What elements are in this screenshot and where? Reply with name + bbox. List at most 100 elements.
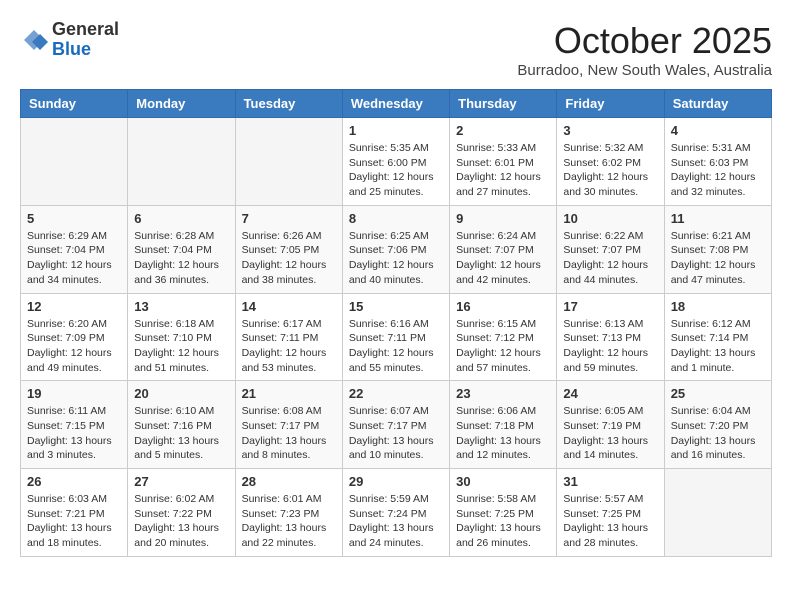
logo-icon [20, 26, 48, 54]
calendar-week-3: 12 Sunrise: 6:20 AM Sunset: 7:09 PM Dayli… [21, 293, 772, 381]
calendar-cell: 7Sunrise: 6:26 AM Sunset: 7:05 PM Daylig… [235, 205, 342, 293]
calendar-cell: 20 Sunrise: 6:10 AM Sunset: 7:16 PM Dayli… [128, 381, 235, 469]
day-number: 22 [349, 386, 443, 401]
day-info: Sunrise: 6:08 AM Sunset: 7:17 PM Dayligh… [242, 404, 336, 463]
calendar-cell: 17Sunrise: 6:13 AM Sunset: 7:13 PM Dayli… [557, 293, 664, 381]
day-info: Sunrise: 5:57 AM Sunset: 7:25 PM Dayligh… [563, 492, 657, 551]
day-info: Sunrise: 6:11 AM Sunset: 7:15 PM Dayligh… [27, 404, 121, 463]
day-info: Sunrise: 5:33 AM Sunset: 6:01 PM Dayligh… [456, 141, 550, 200]
calendar-cell: 12 Sunrise: 6:20 AM Sunset: 7:09 PM Dayli… [21, 293, 128, 381]
day-info: Sunrise: 6:13 AM Sunset: 7:13 PM Dayligh… [563, 317, 657, 376]
day-number: 13 [134, 299, 228, 314]
weekday-saturday: Saturday [664, 90, 771, 118]
day-info: Sunrise: 6:02 AM Sunset: 7:22 PM Dayligh… [134, 492, 228, 551]
calendar-cell [664, 469, 771, 557]
calendar-cell: 28Sunrise: 6:01 AM Sunset: 7:23 PM Dayli… [235, 469, 342, 557]
calendar-cell: 11 Sunrise: 6:21 AM Sunset: 7:08 PM Dayli… [664, 205, 771, 293]
day-number: 2 [456, 123, 550, 138]
calendar-week-2: 5Sunrise: 6:29 AM Sunset: 7:04 PM Daylig… [21, 205, 772, 293]
calendar-cell: 31 Sunrise: 5:57 AM Sunset: 7:25 PM Dayli… [557, 469, 664, 557]
calendar-cell: 16 Sunrise: 6:15 AM Sunset: 7:12 PM Dayli… [450, 293, 557, 381]
day-info: Sunrise: 6:06 AM Sunset: 7:18 PM Dayligh… [456, 404, 550, 463]
calendar-cell: 29Sunrise: 5:59 AM Sunset: 7:24 PM Dayli… [342, 469, 449, 557]
calendar-cell [21, 118, 128, 206]
calendar-cell [128, 118, 235, 206]
logo: General Blue [20, 20, 119, 60]
day-number: 4 [671, 123, 765, 138]
calendar-cell: 5Sunrise: 6:29 AM Sunset: 7:04 PM Daylig… [21, 205, 128, 293]
calendar-cell: 14 Sunrise: 6:17 AM Sunset: 7:11 PM Dayli… [235, 293, 342, 381]
calendar-cell [235, 118, 342, 206]
day-info: Sunrise: 5:59 AM Sunset: 7:24 PM Dayligh… [349, 492, 443, 551]
day-number: 16 [456, 299, 550, 314]
day-number: 21 [242, 386, 336, 401]
weekday-thursday: Thursday [450, 90, 557, 118]
weekday-header-row: SundayMondayTuesdayWednesdayThursdayFrid… [21, 90, 772, 118]
day-info: Sunrise: 5:58 AM Sunset: 7:25 PM Dayligh… [456, 492, 550, 551]
calendar-cell: 25 Sunrise: 6:04 AM Sunset: 7:20 PM Dayli… [664, 381, 771, 469]
weekday-tuesday: Tuesday [235, 90, 342, 118]
calendar-cell: 18Sunrise: 6:12 AM Sunset: 7:14 PM Dayli… [664, 293, 771, 381]
day-number: 3 [563, 123, 657, 138]
calendar-header: SundayMondayTuesdayWednesdayThursdayFrid… [21, 90, 772, 118]
weekday-friday: Friday [557, 90, 664, 118]
calendar-cell: 30 Sunrise: 5:58 AM Sunset: 7:25 PM Dayli… [450, 469, 557, 557]
day-info: Sunrise: 6:20 AM Sunset: 7:09 PM Dayligh… [27, 317, 121, 376]
day-number: 31 [563, 474, 657, 489]
logo-text: General Blue [52, 20, 119, 60]
day-number: 24 [563, 386, 657, 401]
day-number: 9 [456, 211, 550, 226]
day-number: 11 [671, 211, 765, 226]
day-info: Sunrise: 6:15 AM Sunset: 7:12 PM Dayligh… [456, 317, 550, 376]
day-info: Sunrise: 6:21 AM Sunset: 7:08 PM Dayligh… [671, 229, 765, 288]
calendar-cell: 2 Sunrise: 5:33 AM Sunset: 6:01 PM Daylig… [450, 118, 557, 206]
day-number: 1 [349, 123, 443, 138]
calendar-week-5: 26Sunrise: 6:03 AM Sunset: 7:21 PM Dayli… [21, 469, 772, 557]
calendar-body: 1Sunrise: 5:35 AM Sunset: 6:00 PM Daylig… [21, 118, 772, 557]
calendar-cell: 3Sunrise: 5:32 AM Sunset: 6:02 PM Daylig… [557, 118, 664, 206]
day-info: Sunrise: 6:16 AM Sunset: 7:11 PM Dayligh… [349, 317, 443, 376]
day-number: 8 [349, 211, 443, 226]
page-header: General Blue October 2025 Burradoo, New … [20, 20, 772, 79]
day-number: 26 [27, 474, 121, 489]
month-title: October 2025 [517, 20, 772, 62]
day-number: 30 [456, 474, 550, 489]
day-number: 14 [242, 299, 336, 314]
day-number: 23 [456, 386, 550, 401]
day-number: 10 [563, 211, 657, 226]
day-number: 12 [27, 299, 121, 314]
day-info: Sunrise: 6:17 AM Sunset: 7:11 PM Dayligh… [242, 317, 336, 376]
day-number: 7 [242, 211, 336, 226]
title-block: October 2025 Burradoo, New South Wales, … [517, 20, 772, 79]
calendar-table: SundayMondayTuesdayWednesdayThursdayFrid… [20, 89, 772, 557]
calendar-cell: 19 Sunrise: 6:11 AM Sunset: 7:15 PM Dayli… [21, 381, 128, 469]
day-number: 25 [671, 386, 765, 401]
calendar-cell: 8 Sunrise: 6:25 AM Sunset: 7:06 PM Daylig… [342, 205, 449, 293]
day-number: 20 [134, 386, 228, 401]
day-info: Sunrise: 6:25 AM Sunset: 7:06 PM Dayligh… [349, 229, 443, 288]
weekday-sunday: Sunday [21, 90, 128, 118]
calendar-cell: 13 Sunrise: 6:18 AM Sunset: 7:10 PM Dayli… [128, 293, 235, 381]
calendar-cell: 26Sunrise: 6:03 AM Sunset: 7:21 PM Dayli… [21, 469, 128, 557]
day-info: Sunrise: 6:22 AM Sunset: 7:07 PM Dayligh… [563, 229, 657, 288]
calendar-cell: 21 Sunrise: 6:08 AM Sunset: 7:17 PM Dayli… [235, 381, 342, 469]
logo-general: General [52, 20, 119, 40]
calendar-week-1: 1Sunrise: 5:35 AM Sunset: 6:00 PM Daylig… [21, 118, 772, 206]
day-info: Sunrise: 6:28 AM Sunset: 7:04 PM Dayligh… [134, 229, 228, 288]
calendar-cell: 4 Sunrise: 5:31 AM Sunset: 6:03 PM Daylig… [664, 118, 771, 206]
day-number: 27 [134, 474, 228, 489]
calendar-cell: 27 Sunrise: 6:02 AM Sunset: 7:22 PM Dayli… [128, 469, 235, 557]
day-info: Sunrise: 5:31 AM Sunset: 6:03 PM Dayligh… [671, 141, 765, 200]
weekday-wednesday: Wednesday [342, 90, 449, 118]
day-info: Sunrise: 6:04 AM Sunset: 7:20 PM Dayligh… [671, 404, 765, 463]
calendar-cell: 22Sunrise: 6:07 AM Sunset: 7:17 PM Dayli… [342, 381, 449, 469]
calendar-cell: 6Sunrise: 6:28 AM Sunset: 7:04 PM Daylig… [128, 205, 235, 293]
day-info: Sunrise: 6:05 AM Sunset: 7:19 PM Dayligh… [563, 404, 657, 463]
weekday-monday: Monday [128, 90, 235, 118]
calendar-cell: 9Sunrise: 6:24 AM Sunset: 7:07 PM Daylig… [450, 205, 557, 293]
day-number: 19 [27, 386, 121, 401]
day-info: Sunrise: 6:10 AM Sunset: 7:16 PM Dayligh… [134, 404, 228, 463]
calendar-cell: 23 Sunrise: 6:06 AM Sunset: 7:18 PM Dayli… [450, 381, 557, 469]
day-info: Sunrise: 6:18 AM Sunset: 7:10 PM Dayligh… [134, 317, 228, 376]
logo-blue: Blue [52, 40, 119, 60]
